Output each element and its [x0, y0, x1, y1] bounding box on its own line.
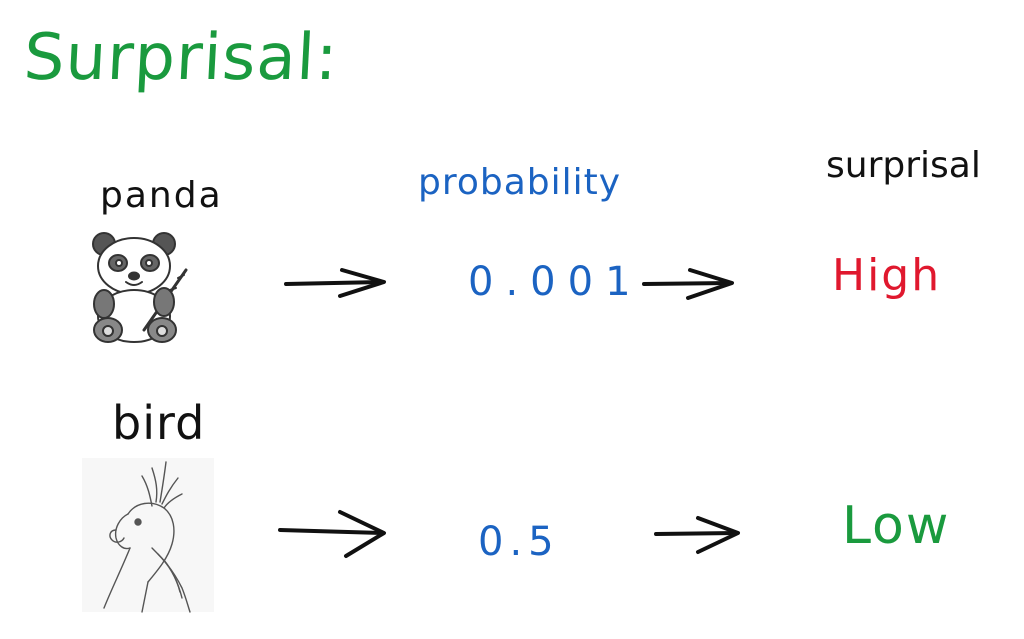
probability-value-bird: 0.5	[478, 519, 560, 565]
arrow-panda-to-probability	[284, 268, 386, 298]
surprisal-value-bird: Low	[842, 496, 951, 556]
arrow-bird-to-surprisal	[654, 516, 740, 554]
probability-value-panda: 0.001	[468, 259, 643, 305]
arrow-bird-to-probability	[278, 510, 386, 558]
surprisal-value-panda: High	[832, 250, 942, 301]
arrow-panda-to-surprisal	[642, 268, 734, 300]
